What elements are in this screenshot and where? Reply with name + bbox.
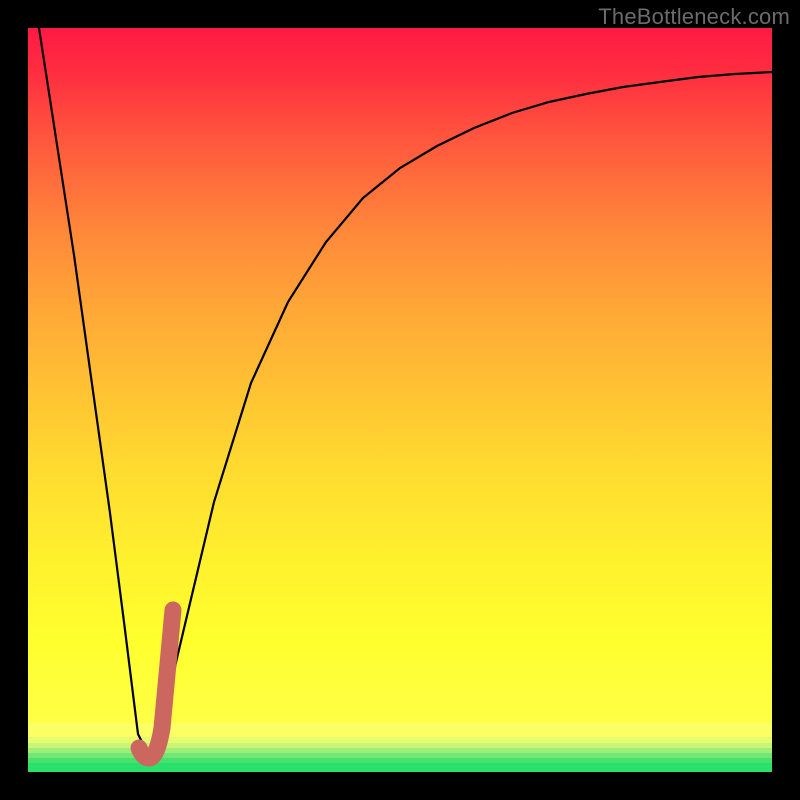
background-gradient (28, 28, 772, 723)
chart-frame: TheBottleneck.com (0, 0, 800, 800)
band-green-4 (28, 763, 772, 772)
band-yellow-pale (28, 723, 772, 737)
plot-area (28, 28, 772, 772)
watermark: TheBottleneck.com (598, 4, 790, 30)
